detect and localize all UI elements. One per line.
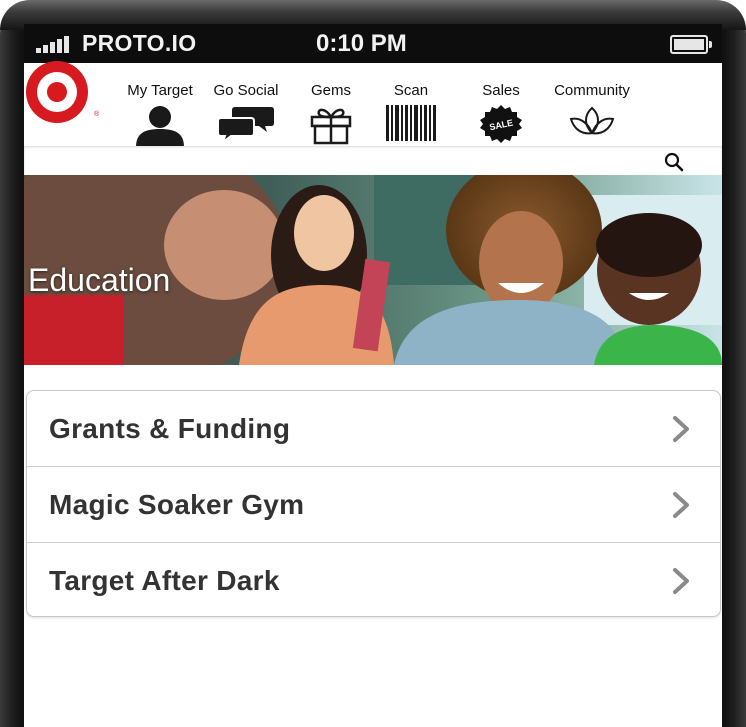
nav-item-sales[interactable]: Sales SALE bbox=[466, 63, 536, 146]
status-time: 0:10 PM bbox=[316, 30, 407, 57]
gift-icon bbox=[310, 108, 352, 145]
list-item-magic-soaker-gym[interactable]: Magic Soaker Gym bbox=[27, 467, 720, 543]
education-banner[interactable]: Education bbox=[24, 175, 722, 365]
signal-strength-icon bbox=[36, 36, 74, 53]
chevron-right-icon bbox=[673, 568, 689, 594]
nav-item-gems[interactable]: Gems bbox=[296, 63, 366, 146]
person-icon bbox=[136, 106, 184, 147]
nav-item-my-target[interactable]: My Target bbox=[119, 63, 201, 147]
nav-item-label: My Target bbox=[127, 82, 193, 99]
target-logo[interactable] bbox=[26, 61, 88, 123]
list-item-label: Target After Dark bbox=[49, 565, 280, 596]
education-menu: Grants & Funding Magic Soaker Gym Target… bbox=[26, 390, 721, 617]
chevron-right-icon bbox=[673, 492, 689, 518]
registered-mark: ® bbox=[94, 111, 100, 118]
phone-screen: PROTO.IO 0:10 PM ® My Target Go Social G… bbox=[24, 24, 722, 727]
lotus-icon bbox=[569, 106, 615, 135]
nav-item-label: Scan bbox=[393, 82, 429, 99]
top-nav: ® My Target Go Social Gems Scan Sales SA… bbox=[24, 61, 722, 147]
search-bar bbox=[24, 146, 722, 176]
list-item-label: Magic Soaker Gym bbox=[49, 489, 305, 520]
nav-item-go-social[interactable]: Go Social bbox=[206, 63, 286, 146]
list-item-grants-funding[interactable]: Grants & Funding bbox=[27, 391, 720, 467]
chat-bubbles-icon bbox=[217, 107, 274, 143]
nav-item-community[interactable]: Community bbox=[548, 63, 636, 146]
list-item-label: Grants & Funding bbox=[49, 413, 291, 444]
search-icon[interactable] bbox=[664, 152, 684, 172]
sale-badge-icon: SALE bbox=[480, 105, 522, 143]
search-input[interactable] bbox=[30, 149, 634, 173]
banner-title: Education bbox=[28, 262, 171, 298]
nav-item-label: Go Social bbox=[213, 82, 279, 99]
barcode-icon bbox=[386, 105, 436, 141]
list-item-target-after-dark[interactable]: Target After Dark bbox=[27, 543, 720, 618]
nav-item-label: Gems bbox=[310, 82, 351, 99]
nav-item-scan[interactable]: Scan bbox=[376, 63, 446, 146]
carrier-name: PROTO.IO bbox=[82, 30, 197, 56]
battery-icon bbox=[670, 35, 712, 54]
nav-item-label: Community bbox=[554, 82, 630, 99]
chevron-right-icon bbox=[673, 416, 689, 442]
nav-item-label: Sales bbox=[482, 82, 520, 99]
status-bar: PROTO.IO 0:10 PM bbox=[24, 24, 722, 63]
